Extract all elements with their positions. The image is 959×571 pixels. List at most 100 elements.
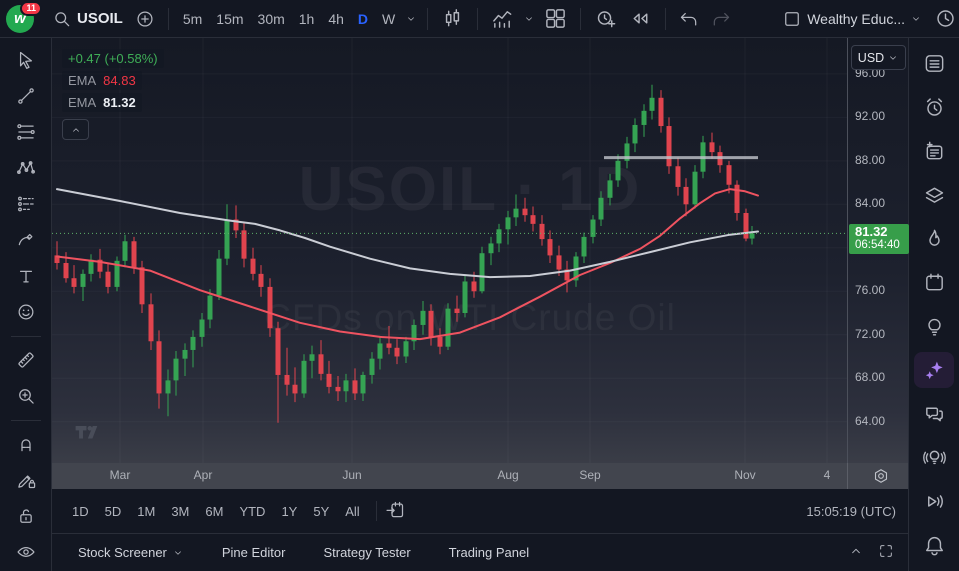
tool-forecast[interactable] [7,187,45,221]
timeframe-30m[interactable]: 30m [251,3,292,35]
timeframe-D[interactable]: D [351,3,375,35]
timeframe-row: 5m15m30m1h4hDW [176,3,402,35]
price-chart[interactable]: USOIL · 1DCFDs on WTI Crude Oil [52,38,847,463]
chart-pane[interactable]: USOIL · 1DCFDs on WTI Crude Oil +0.47 (+… [52,38,847,463]
sidebar-ideas-button[interactable] [914,309,954,345]
timeframe-4h[interactable]: 4h [321,3,351,35]
tool-hide-all[interactable] [7,535,45,569]
candle-body [633,125,638,143]
indicators-icon [491,7,514,30]
tool-drawing-mode[interactable] [7,463,45,497]
account-logo[interactable]: w 11 [6,4,40,34]
legend-collapse-button[interactable] [62,119,89,140]
tool-fib-retracement[interactable] [7,115,45,149]
collapse-panel-button[interactable] [848,543,864,562]
range-6m[interactable]: 6M [197,499,231,524]
timeframe-W[interactable]: W [375,3,402,35]
redo-button[interactable] [705,3,737,35]
statusbar-strategy-tester[interactable]: Strategy Tester [311,539,422,566]
timeframe-15m[interactable]: 15m [209,3,250,35]
symbol-search-button[interactable]: USOIL [46,3,129,35]
sidebar-alerts-button[interactable] [914,90,954,126]
tool-xabcd-pattern[interactable] [7,151,45,185]
candle-body [140,267,145,304]
candle-body [174,359,179,381]
undo-button[interactable] [673,3,705,35]
sidebar-chat-button[interactable] [914,396,954,432]
tool-emoji[interactable] [7,295,45,329]
chart-style-button[interactable] [435,3,470,35]
sidebar-object-tree-button[interactable] [914,177,954,213]
tool-lock-all[interactable] [7,499,45,533]
range-1y[interactable]: 1Y [273,499,305,524]
time-axis[interactable]: MarAprJunAugSepNov4 [52,463,908,489]
tool-cursor[interactable] [7,43,45,77]
price-axis[interactable]: 96.0092.0088.0084.0080.0076.0072.0068.00… [847,38,908,463]
indicators-button[interactable] [485,3,520,35]
range-ytd[interactable]: YTD [231,499,273,524]
grid-layout-button[interactable] [538,3,573,35]
chart-settings-gear-icon[interactable] [872,467,890,485]
sidebar-streams-button[interactable] [914,484,954,520]
time-tick-label: Sep [579,468,600,482]
candle-body [497,229,502,243]
tool-text[interactable] [7,259,45,293]
candle-body [132,241,137,267]
sidebar-ai-assistant-button[interactable] [914,352,954,388]
sidebar-live-ideas-button[interactable] [914,440,954,476]
drawing-toolbar [0,38,52,571]
quick-clock-button[interactable] [928,3,959,35]
create-alert-button[interactable] [588,3,623,35]
bar-replay-button[interactable] [623,3,658,35]
layout-name: Wealthy Educ... [807,11,905,27]
tool-ruler[interactable] [7,343,45,377]
sidebar-hotlists-button[interactable] [914,221,954,257]
candle-body [582,237,587,257]
candle-body [183,350,188,359]
candle-body [285,375,290,385]
candle-body [378,343,383,358]
indicator-templates-button[interactable] [520,3,538,35]
range-all[interactable]: All [337,499,367,524]
sidebar-watchlist-button[interactable] [914,46,954,82]
range-5d[interactable]: 5D [97,499,130,524]
tool-magnet[interactable] [7,427,45,461]
candle-body [327,374,332,387]
chat-icon [923,402,946,425]
statusbar-pine-editor[interactable]: Pine Editor [210,539,298,566]
timezone-clock-button[interactable]: 15:05:19 (UTC) [806,504,896,519]
tradingview-logo-watermark[interactable] [68,419,106,445]
compare-add-symbol-button[interactable] [129,3,161,35]
candle-body [684,187,689,204]
go-to-date-button[interactable] [385,500,405,523]
ema-fast-legend-row[interactable]: EMA84.83 [62,71,142,90]
candle-body [293,385,298,394]
tool-zoom-in[interactable] [7,379,45,413]
sidebar-notifications-button[interactable] [914,527,954,563]
fullscreen-button[interactable] [878,543,894,562]
range-3m[interactable]: 3M [163,499,197,524]
toolbar-right-group: Wealthy Educ... [776,3,953,35]
timeframe-5m[interactable]: 5m [176,3,209,35]
candle-body [302,361,307,394]
layout-select-button[interactable]: Wealthy Educ... [776,3,928,35]
sidebar-news-button[interactable] [914,134,954,170]
timeframe-dropdown-button[interactable] [402,3,420,35]
chevron-up-icon [70,124,82,136]
timeframe-1h[interactable]: 1h [292,3,322,35]
time-tick-label: Nov [734,468,755,482]
range-1d[interactable]: 1D [64,499,97,524]
candle-body [259,274,264,287]
tool-brush[interactable] [7,223,45,257]
sidebar-calendar-button[interactable] [914,265,954,301]
statusbar-stock-screener[interactable]: Stock Screener [66,539,196,566]
currency-select-button[interactable]: USD [851,45,906,70]
candle-body [455,309,460,313]
range-1m[interactable]: 1M [129,499,163,524]
range-5y[interactable]: 5Y [305,499,337,524]
status-bar-right-group [848,543,894,562]
statusbar-trading-panel[interactable]: Trading Panel [437,539,541,566]
candle-body [750,233,755,238]
tool-trend-line[interactable] [7,79,45,113]
ema-slow-legend-row[interactable]: EMA81.32 [62,93,142,112]
